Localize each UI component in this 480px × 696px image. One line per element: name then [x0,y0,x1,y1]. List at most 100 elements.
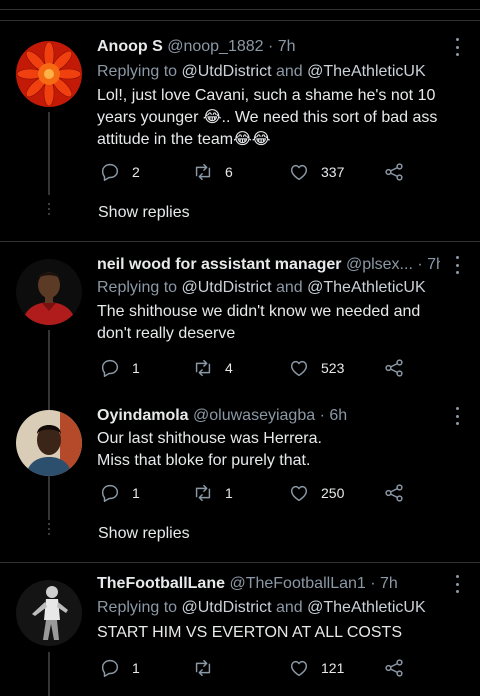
like-icon [290,660,308,677]
timestamp[interactable]: 7h [278,38,296,55]
retweet-button[interactable]: 6 [192,160,233,184]
tweet-actions: 1 1 250 [97,481,417,505]
more-icon[interactable] [454,256,460,274]
top-divider [0,20,480,21]
thread-line [48,112,50,195]
share-button[interactable] [383,160,405,184]
timestamp[interactable]: 7h [380,575,398,592]
like-button[interactable]: 337 [288,160,344,184]
like-button[interactable]: 250 [288,481,344,505]
separator: · [365,575,380,592]
avatar[interactable] [16,259,82,325]
tweet-text-line: don't really deserve [97,325,236,342]
display-name[interactable]: neil wood for assistant manager [97,256,342,273]
handle[interactable]: @TheFootballLan1 [229,575,365,592]
tweet-header: neil wood for assistant manager @plsex..… [97,255,440,275]
replying-to: Replying to @UtdDistrict and @TheAthleti… [97,62,426,82]
top-divider [0,9,480,10]
mention-link[interactable]: @UtdDistrict [182,63,272,80]
reply-button[interactable]: 1 [99,656,140,680]
like-count: 250 [321,485,345,501]
show-replies-link[interactable]: Show replies [98,525,190,543]
handle[interactable]: @noop_1882 [167,38,263,55]
tweet-text-line: Lol!, just love Cavani, such a shame he'… [97,87,436,104]
display-name[interactable]: Anoop S [97,38,163,55]
separator: · [412,256,428,273]
tweet-header: Anoop S @noop_1882 · 7h [97,37,440,57]
reply-icon [101,659,119,677]
like-icon [290,485,308,502]
more-icon[interactable] [454,575,460,593]
tweet-text-line: The shithouse we didn't know we needed a… [97,303,421,320]
reply-icon [101,484,119,502]
retweet-button[interactable]: 1 [192,481,233,505]
display-name[interactable]: Oyindamola [97,407,189,424]
tweet-text: The shithouse we didn't know we needed a… [97,301,457,345]
handle[interactable]: @oluwaseyiagba [193,407,315,424]
reply-icon [101,359,119,377]
share-icon [385,659,403,677]
retweet-count: 4 [225,360,233,376]
mention-link[interactable]: @TheAthleticUK [307,599,426,616]
reply-button[interactable]: 1 [99,481,140,505]
like-icon [290,360,308,377]
replying-prefix: Replying to [97,599,182,616]
show-replies-link[interactable]: Show replies [98,204,190,222]
mention-link[interactable]: @UtdDistrict [182,279,272,296]
like-button[interactable]: 121 [288,656,344,680]
tweet-text-line: attitude in the team😂😂 [97,131,271,148]
tweet-header: Oyindamola @oluwaseyiagba · 6h [97,406,440,426]
retweet-button[interactable] [192,656,225,680]
tweet-actions: 2 6 337 [97,160,417,184]
share-button[interactable] [383,481,405,505]
retweet-button[interactable]: 4 [192,356,233,380]
reply-count: 1 [132,485,140,501]
replying-to: Replying to @UtdDistrict and @TheAthleti… [97,278,426,298]
avatar[interactable] [16,580,82,646]
retweet-count: 1 [225,485,233,501]
player-avatar-image [16,259,82,325]
replying-and: and [271,63,308,80]
retweet-icon [195,359,211,377]
tweet-text: Our last shithouse was Herrera. Miss tha… [97,428,457,472]
retweet-icon [195,163,211,181]
separator: · [315,407,330,424]
timestamp[interactable]: 7h [427,256,440,273]
display-name[interactable]: TheFootballLane [97,575,225,592]
mention-link[interactable]: @TheAthleticUK [307,63,426,80]
mention-link[interactable]: @TheAthleticUK [307,279,426,296]
thread-dots [48,523,50,538]
like-count: 337 [321,164,345,180]
tweet-actions: 1 4 523 [97,356,417,380]
divider [0,562,480,563]
share-button[interactable] [383,356,405,380]
thread-dots [48,203,50,218]
timestamp[interactable]: 6h [329,407,347,424]
flower-avatar-image [16,41,82,107]
tweet-text: START HIM VS EVERTON AT ALL COSTS [97,622,457,644]
share-icon [385,163,403,181]
tweet-text-line: START HIM VS EVERTON AT ALL COSTS [97,624,402,641]
reply-button[interactable]: 1 [99,356,140,380]
tweet-text-line: Miss that bloke for purely that. [97,452,311,469]
retweet-icon [195,484,211,502]
mention-link[interactable]: @UtdDistrict [182,599,272,616]
like-count: 523 [321,360,345,376]
share-icon [385,359,403,377]
tweet-text-line: years younger 😂.. We need this sort of b… [97,109,438,126]
reply-button[interactable]: 2 [99,160,140,184]
retweet-icon [195,659,211,677]
replying-and: and [271,599,308,616]
more-icon[interactable] [454,407,460,425]
share-button[interactable] [383,656,405,680]
tweet-header: TheFootballLane @TheFootballLan1 · 7h [97,574,440,594]
avatar[interactable] [16,41,82,107]
avatar[interactable] [16,410,82,476]
more-icon[interactable] [454,38,460,56]
like-button[interactable]: 523 [288,356,344,380]
handle[interactable]: @plsex... [346,256,413,273]
reply-count: 2 [132,164,140,180]
footballer-avatar-image [16,580,82,646]
replying-prefix: Replying to [97,279,182,296]
reply-icon [101,163,119,181]
